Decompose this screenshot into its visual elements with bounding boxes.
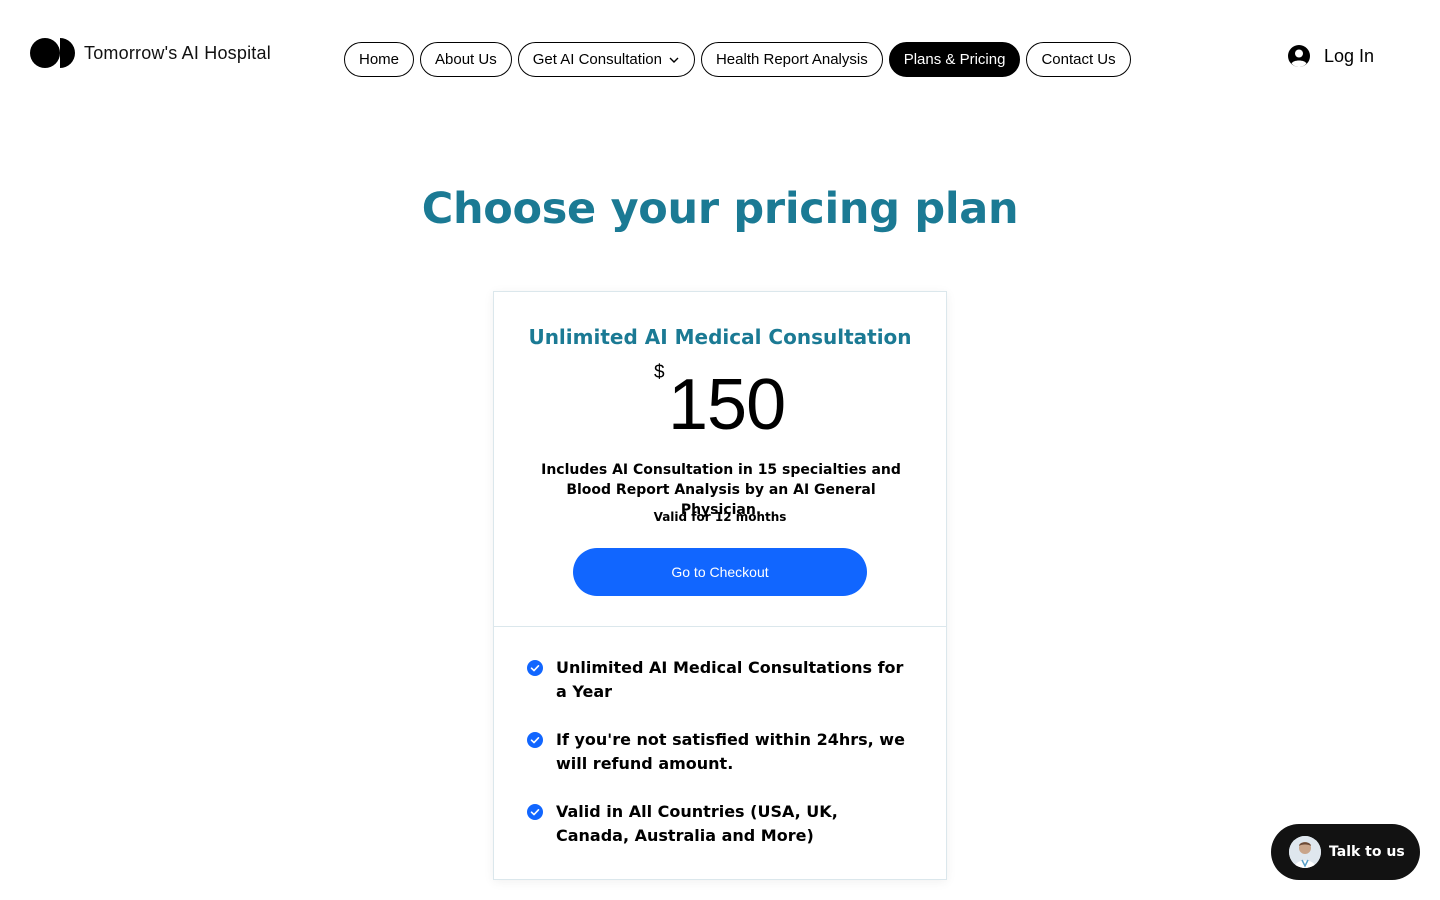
site-logo[interactable]: Tomorrow's AI Hospital (30, 38, 271, 68)
talk-to-us-label: Talk to us (1329, 844, 1405, 860)
nav-about-us[interactable]: About Us (420, 42, 512, 77)
check-circle-icon (527, 804, 543, 820)
check-circle-icon (527, 660, 543, 676)
logo-mark-icon (30, 38, 75, 68)
check-circle-icon (527, 732, 543, 748)
login-label: Log In (1324, 45, 1375, 66)
plan-validity: Valid for 12 months (653, 510, 787, 524)
chevron-down-icon (669, 57, 679, 63)
nav-plans-pricing[interactable]: Plans & Pricing (888, 42, 1021, 77)
plan-feature-item: If you're not satisfied within 24hrs, we… (527, 728, 907, 776)
pricing-plan-card: Unlimited AI Medical Consultation $ 150 … (493, 291, 947, 880)
agent-avatar-icon (1289, 836, 1321, 868)
nav-get-ai-consultation[interactable]: Get AI Consultation (517, 42, 695, 77)
page-title: Choose your pricing plan (421, 184, 1019, 234)
plan-name: Unlimited AI Medical Consultation (528, 325, 912, 349)
card-divider (494, 626, 946, 627)
plan-feature-text: Unlimited AI Medical Consultations for a… (556, 658, 904, 701)
plan-price: $ 150 (494, 362, 946, 446)
user-circle-icon (1288, 45, 1310, 67)
plan-feature-text: Valid in All Countries (USA, UK, Canada,… (556, 802, 838, 845)
plan-feature-text: If you're not satisfied within 24hrs, we… (556, 730, 905, 773)
nav-health-report-analysis[interactable]: Health Report Analysis (700, 42, 883, 77)
price-currency: $ (654, 362, 665, 383)
site-name: Tomorrow's AI Hospital (84, 42, 271, 63)
plan-feature-item: Valid in All Countries (USA, UK, Canada,… (527, 800, 907, 848)
nav-get-ai-consultation-label: Get AI Consultation (532, 51, 662, 68)
main-nav: Home About Us Get AI Consultation Health… (344, 42, 1131, 77)
checkout-button[interactable]: Go to Checkout (573, 548, 867, 596)
nav-contact-us[interactable]: Contact Us (1026, 42, 1131, 77)
login-button[interactable]: Log In (1287, 44, 1374, 68)
plan-features-list: Unlimited AI Medical Consultations for a… (527, 656, 907, 848)
price-amount: 150 (668, 365, 786, 445)
talk-to-us-button[interactable]: Talk to us (1271, 824, 1420, 880)
plan-feature-item: Unlimited AI Medical Consultations for a… (527, 656, 907, 704)
nav-home[interactable]: Home (344, 42, 415, 77)
